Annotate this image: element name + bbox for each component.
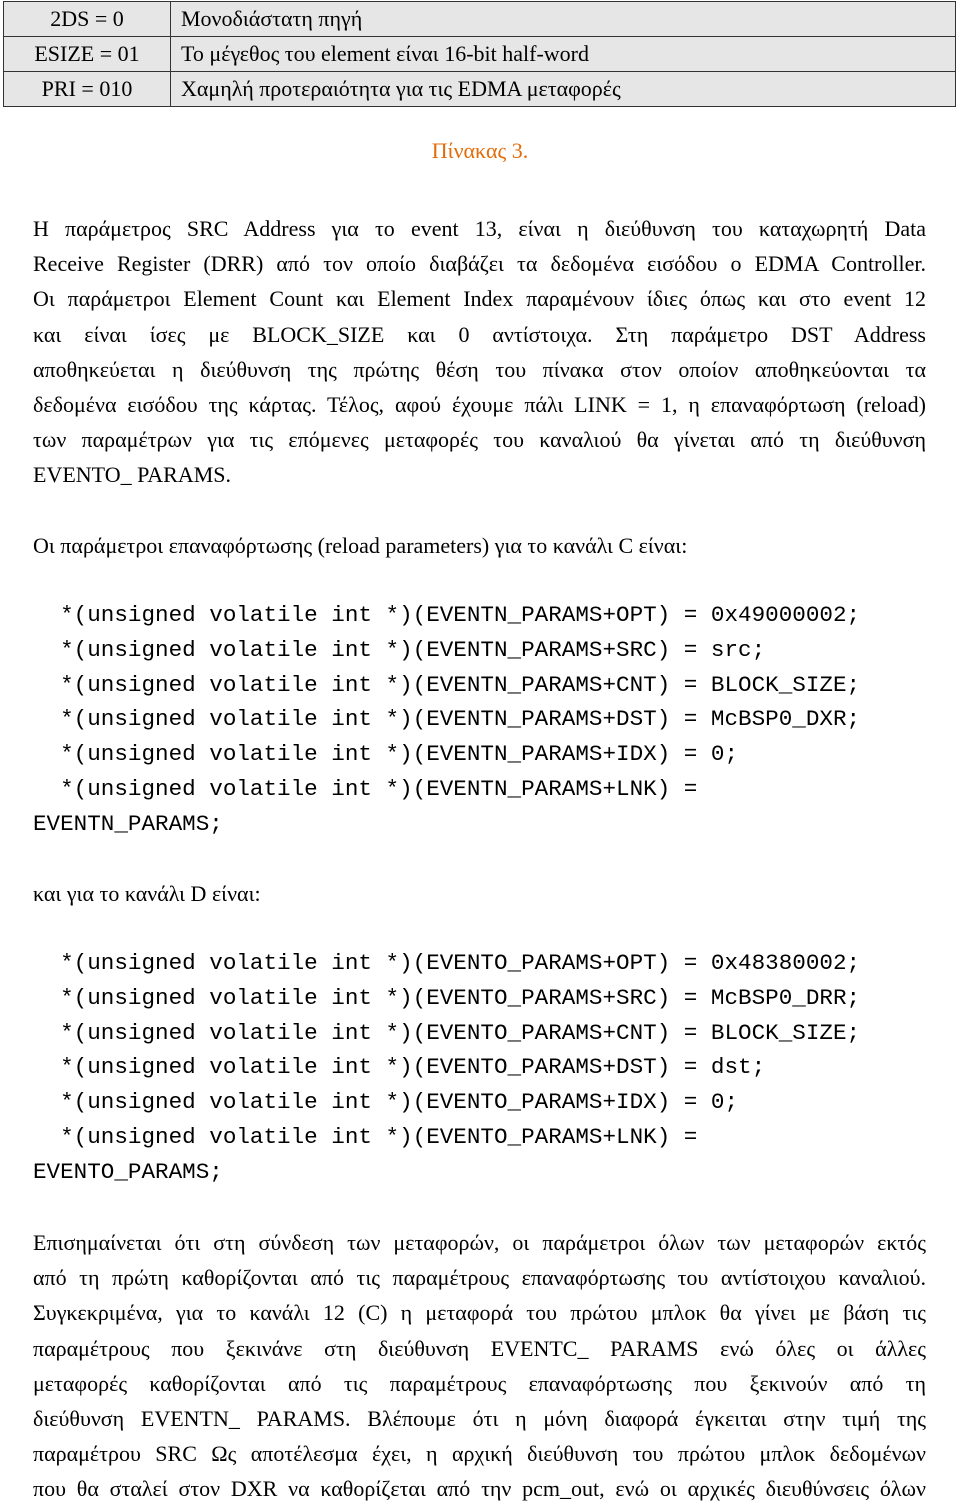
table-caption: Πίνακας 3.: [431, 138, 529, 163]
code-line: *(unsigned volatile int *)(EVENTO_PARAMS…: [33, 984, 861, 1011]
code-line: *(unsigned volatile int *)(EVENTN_PARAMS…: [33, 636, 766, 663]
text-line: Επισημαίνεται ότι στη σύνδεση των μεταφο…: [33, 1230, 926, 1255]
text-line: Η παράμετρος SRC Address για το event 13…: [33, 216, 926, 241]
code-line: *(unsigned volatile int *)(EVENTO_PARAMS…: [33, 1123, 698, 1150]
text-line: που θα σταλεί στον DXR να καθορίζεται απ…: [33, 1476, 926, 1502]
text-line: παραμέτρους που ξεκινάνε στη διεύθυνση E…: [33, 1335, 926, 1361]
table-cell: Μονοδιάστατη πηγή: [170, 1, 956, 37]
text-line: Οι παράμετροι επαναφόρτωσης (reload para…: [33, 533, 688, 558]
text-line: διεύθυνση EVENTN_ PARAMS. Βλέπουμε ότι η…: [33, 1406, 926, 1432]
code-line: *(unsigned volatile int *)(EVENTO_PARAMS…: [33, 950, 861, 976]
table-row: ESIZE = 01 Το μέγεθος του element είναι 1…: [3, 36, 956, 72]
code-line: *(unsigned volatile int *)(EVENTO_PARAMS…: [33, 1019, 861, 1046]
code-line: EVENTN_PARAMS;: [33, 810, 223, 837]
text-line: μεταφορές καθορίζονται από τις παραμέτρο…: [33, 1370, 926, 1396]
text-line: και είναι ίσες με BLOCK_SIZE και 0 αντίσ…: [33, 321, 926, 347]
paragraph: και για το κανάλι D είναι:: [33, 876, 926, 911]
paragraph: Οι παράμετροι επαναφόρτωσης (reload para…: [33, 528, 926, 563]
code-line: *(unsigned volatile int *)(EVENTN_PARAMS…: [33, 671, 861, 698]
code-line: *(unsigned volatile int *)(EVENTN_PARAMS…: [33, 706, 861, 733]
text-line: Receive Register (DRR) από τον οποίο δια…: [33, 251, 926, 277]
code-line: *(unsigned volatile int *)(EVENTN_PARAMS…: [33, 602, 861, 628]
table-cell: Χαμηλή προτεραιότητα για τις EDMA μεταφο…: [170, 71, 956, 107]
text-line: Συγκεκριμένα, για το κανάλι 12 (C) η μετ…: [33, 1300, 926, 1326]
code-line: *(unsigned volatile int *)(EVENTN_PARAMS…: [33, 741, 739, 768]
code-line: EVENTO_PARAMS;: [33, 1158, 223, 1185]
text-line: Οι παράμετροι Element Count και Element …: [33, 286, 926, 312]
text-line: από τη πρώτη καθορίζονται από τις παραμέ…: [33, 1265, 926, 1291]
table-row: 2DS = 0 Μονοδιάστατη πηγή: [3, 1, 956, 37]
code-line: *(unsigned volatile int *)(EVENTO_PARAMS…: [33, 1054, 766, 1081]
table-cell: Το μέγεθος του element είναι 16-bit half…: [170, 36, 956, 72]
table-cell: PRI = 010: [3, 71, 171, 107]
text-line: δεδομένα εισόδου της κάρτας. Τέλος, αφού…: [33, 392, 926, 418]
code-block-channel-d: *(unsigned volatile int *)(EVENTO_PARAMS…: [33, 946, 860, 1190]
code-line: *(unsigned volatile int *)(EVENTN_PARAMS…: [33, 775, 698, 802]
table-cell: 2DS = 0: [3, 1, 171, 37]
text-line: των παραμέτρων για τις επόμενες μεταφορέ…: [33, 427, 926, 453]
paragraph: Η παράμετρος SRC Address για το event 13…: [33, 211, 926, 493]
text-line: παραμέτρου SRC Ως αποτέλεσμα έχει, η αρχ…: [33, 1441, 926, 1467]
code-line: *(unsigned volatile int *)(EVENTO_PARAMS…: [33, 1089, 739, 1116]
table-cell: ESIZE = 01: [3, 36, 171, 72]
text-line: και για το κανάλι D είναι:: [33, 881, 261, 906]
paragraph: Επισημαίνεται ότι στη σύνδεση των μεταφο…: [33, 1225, 926, 1507]
code-block-channel-c: *(unsigned volatile int *)(EVENTN_PARAMS…: [33, 598, 860, 842]
table-row: PRI = 010 Χαμηλή προτεραιότητα για τις ED…: [3, 71, 956, 107]
parameter-table: 2DS = 0 Μονοδιάστατη πηγή ESIZE = 01 Το μέ…: [3, 1, 956, 107]
text-line: EVENTO_ PARAMS.: [33, 462, 232, 488]
text-line: αποθηκεύεται η διεύθυνση της πρώτης θέση…: [33, 356, 926, 382]
